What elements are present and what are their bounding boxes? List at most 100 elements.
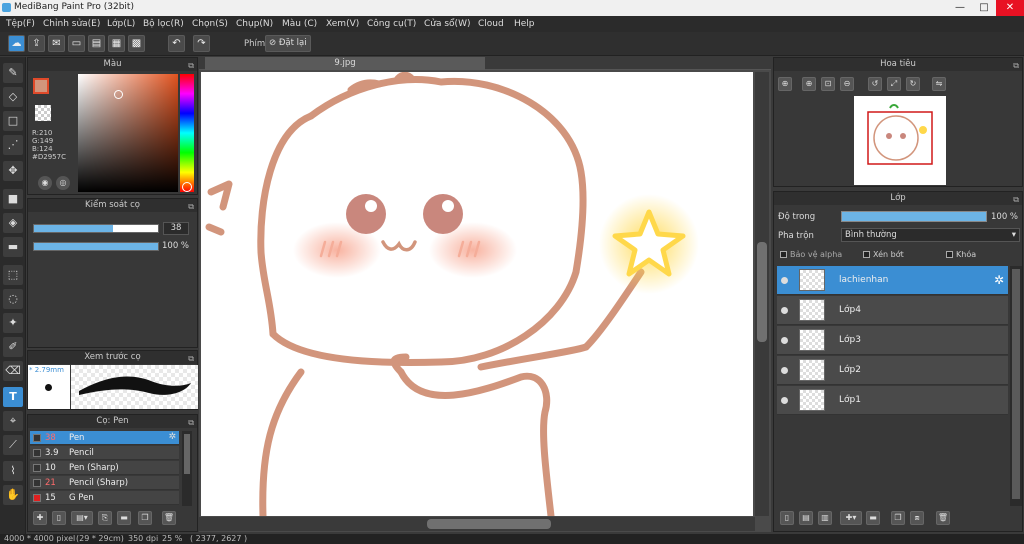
visibility-eye-icon[interactable] — [781, 367, 788, 374]
close-button[interactable]: ✕ — [996, 0, 1024, 16]
undo-icon[interactable]: ↶ — [168, 35, 185, 52]
hue-slider[interactable] — [180, 74, 194, 192]
palette-icon[interactable]: ◉ — [38, 176, 52, 190]
dot-tool-icon[interactable]: ⋰ — [3, 135, 23, 155]
delete-layer-icon[interactable]: 🗑 — [936, 511, 950, 525]
horizontal-scroll-thumb[interactable] — [427, 519, 551, 529]
brush-tool-icon[interactable]: ✎ — [3, 63, 23, 83]
zoom-fit-icon[interactable]: ⊕ — [778, 77, 792, 91]
lasso-tool-icon[interactable]: ◌ — [3, 289, 23, 309]
document-tab[interactable]: 9.jpg — [205, 57, 485, 70]
merge-layer-icon[interactable]: ⧈ — [910, 511, 924, 525]
gradient-tool-icon[interactable]: ▬ — [3, 237, 23, 257]
brush-add-icon[interactable]: ✚ — [33, 511, 47, 525]
clipping-checkbox[interactable]: Xén bớt — [863, 250, 904, 259]
palette-settings-icon[interactable]: ◎ — [56, 176, 70, 190]
visibility-eye-icon[interactable] — [781, 337, 788, 344]
lock-checkbox[interactable]: Khóa — [946, 250, 976, 259]
menu-tools[interactable]: Công cụ(T) — [367, 19, 416, 29]
layer-opacity-slider[interactable] — [841, 211, 987, 222]
brush-item[interactable]: 3.9 Pencil — [30, 446, 179, 460]
navigator-thumbnail[interactable] — [854, 96, 946, 185]
duplicate-layer-icon[interactable]: ❐ — [891, 511, 905, 525]
visibility-eye-icon[interactable] — [781, 397, 788, 404]
brush-list-scrollbar[interactable] — [182, 431, 192, 506]
rotate-right-icon[interactable]: ↻ — [906, 77, 920, 91]
minimize-button[interactable]: — — [948, 0, 972, 16]
gear-icon[interactable]: ✲ — [994, 273, 1004, 287]
magic-wand-icon[interactable]: ✦ — [3, 313, 23, 333]
layer-row[interactable]: Lớp4 — [777, 296, 1008, 325]
divide-tool-icon[interactable]: ⟋ — [3, 435, 23, 455]
menu-edit[interactable]: Chỉnh sửa(E) — [43, 19, 100, 29]
text-tool-icon[interactable]: T — [3, 387, 23, 407]
brush-opacity-slider[interactable] — [33, 242, 159, 251]
popout-icon[interactable]: ⧉ — [188, 200, 194, 213]
canvas-vertical-scrollbar[interactable] — [755, 72, 769, 516]
vertical-scroll-thumb[interactable] — [757, 242, 767, 342]
brush-duplicate-icon[interactable]: ❐ — [138, 511, 152, 525]
brush-size-slider[interactable] — [33, 224, 159, 233]
zoom-actual-icon[interactable]: ⊡ — [821, 77, 835, 91]
transparent-swatch[interactable] — [35, 105, 51, 121]
brush-size-value[interactable]: 38 — [163, 222, 189, 235]
select-rect-icon[interactable]: ⬚ — [3, 265, 23, 285]
menu-color[interactable]: Màu (C) — [282, 19, 317, 29]
zoom-out-icon[interactable]: ⊖ — [840, 77, 854, 91]
drawing-canvas[interactable] — [201, 72, 753, 516]
menu-snap[interactable]: Chụp(N) — [236, 19, 273, 29]
layer-scroll-thumb[interactable] — [1012, 269, 1020, 499]
select-eraser-icon[interactable]: ⌫ — [3, 361, 23, 381]
brush-item[interactable]: 10 Pen (Sharp) — [30, 461, 179, 475]
popout-icon[interactable]: ⧉ — [1013, 59, 1019, 72]
fill-rect-icon[interactable]: ■ — [3, 189, 23, 209]
layer-row[interactable]: lachienhan ✲ — [777, 266, 1008, 295]
brush-dropdown-icon[interactable]: ▤▾ — [71, 511, 93, 525]
menu-help[interactable]: Help — [514, 19, 535, 29]
menu-select[interactable]: Chọn(S) — [192, 19, 228, 29]
layer-folder-icon[interactable]: ▬ — [866, 511, 880, 525]
layer-list-scrollbar[interactable] — [1010, 266, 1022, 506]
shape-tool-icon[interactable]: □ — [3, 111, 23, 131]
popout-icon[interactable]: ⧉ — [188, 59, 194, 72]
redo-icon[interactable]: ↷ — [193, 35, 210, 52]
brush-new-icon[interactable]: ▯ — [52, 511, 66, 525]
brush-copy-icon[interactable]: ⎘ — [98, 511, 112, 525]
visibility-eye-icon[interactable] — [781, 307, 788, 314]
brush-folder-icon[interactable]: ▬ — [117, 511, 131, 525]
rotate-left-icon[interactable]: ↺ — [868, 77, 882, 91]
comment-icon[interactable]: ✉ — [48, 35, 65, 52]
new-layer-icon[interactable]: ▯ — [780, 511, 794, 525]
operation-tool-icon[interactable]: ⌖ — [3, 411, 23, 431]
select-pen-icon[interactable]: ✐ — [3, 337, 23, 357]
menu-cloud[interactable]: Cloud — [478, 19, 504, 29]
hand-tool-icon[interactable]: ✋ — [3, 485, 23, 505]
canvas-horizontal-scrollbar[interactable] — [199, 517, 755, 531]
move-tool-icon[interactable]: ✥ — [3, 161, 23, 181]
saturation-value-picker[interactable] — [78, 74, 178, 192]
zoom-in-icon[interactable]: ⊕ — [802, 77, 816, 91]
foreground-color-swatch[interactable] — [33, 78, 49, 94]
blend-mode-select[interactable]: Bình thường ▾ — [841, 228, 1020, 242]
menu-window[interactable]: Cửa sổ(W) — [424, 19, 470, 29]
grid-doc-icon[interactable]: ▦ — [108, 35, 125, 52]
flip-icon[interactable]: ⇋ — [932, 77, 946, 91]
document-icon[interactable]: ▤ — [88, 35, 105, 52]
maximize-button[interactable]: □ — [972, 0, 996, 16]
hue-slider-handle[interactable] — [182, 182, 192, 192]
bucket-tool-icon[interactable]: ◈ — [3, 213, 23, 233]
brush-item[interactable]: 15 G Pen — [30, 491, 179, 505]
brush-item[interactable]: 38 Pen ✲ — [30, 431, 179, 445]
layer-row[interactable]: Lớp3 — [777, 326, 1008, 355]
brush-item[interactable]: 21 Pencil (Sharp) — [30, 476, 179, 490]
sv-picker-handle[interactable] — [114, 90, 123, 99]
message-icon[interactable]: ▭ — [68, 35, 85, 52]
menu-view[interactable]: Xem(V) — [326, 19, 359, 29]
popout-icon[interactable]: ⧉ — [188, 416, 194, 429]
eraser-tool-icon[interactable]: ◇ — [3, 87, 23, 107]
menu-filter[interactable]: Bộ lọc(R) — [143, 19, 184, 29]
protect-alpha-checkbox[interactable]: Bảo vệ alpha — [780, 250, 842, 259]
reset-button[interactable]: ⊘ Đặt lại — [265, 35, 311, 52]
visibility-eye-icon[interactable] — [781, 277, 788, 284]
popout-icon[interactable]: ⧉ — [188, 352, 194, 365]
